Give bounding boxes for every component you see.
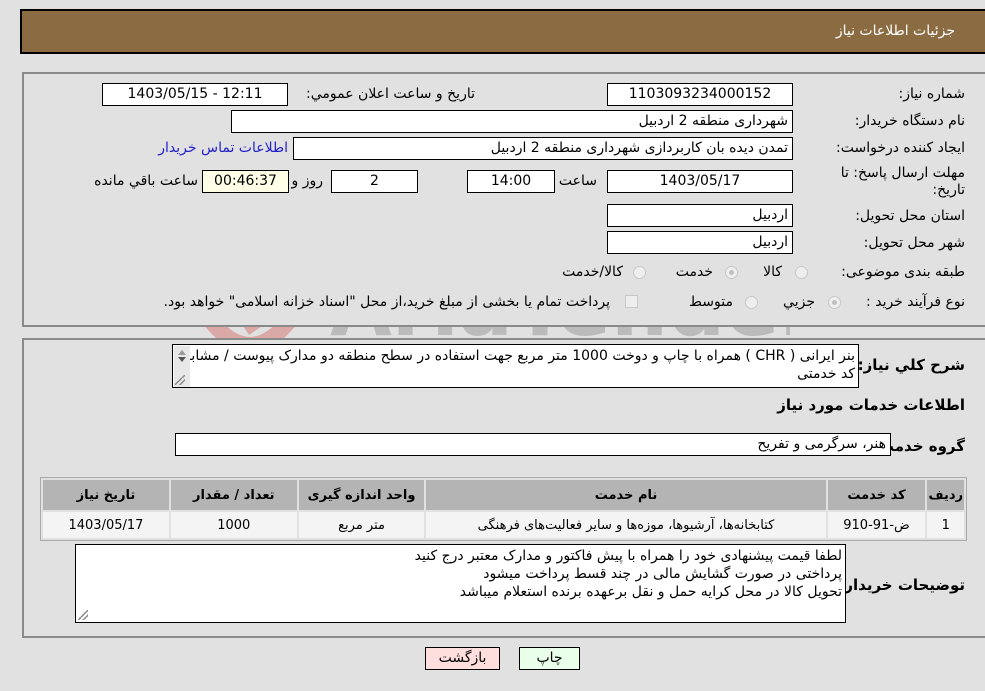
deadline-date-field: 1403/05/17 — [607, 170, 793, 193]
col-quantity: تعداد / مقدار — [170, 480, 297, 510]
col-need-date: تاریخ نیاز — [43, 480, 169, 510]
process-option-minor: جزيي — [783, 294, 815, 310]
scroll-down-icon[interactable] — [178, 357, 186, 362]
resize-grip-icon[interactable] — [175, 375, 185, 385]
buyer-org-label: نام دستگاه خریدار: — [854, 113, 965, 129]
category-radio-goods-service[interactable] — [633, 266, 646, 279]
days-remaining-field: 2 — [331, 170, 418, 193]
col-unit: واحد اندازه گیری — [298, 480, 425, 510]
category-option-service: خدمت — [675, 264, 713, 280]
table-header-row: ردیف کد خدمت نام خدمت واحد اندازه گیری ت… — [43, 480, 964, 510]
col-service-code: کد خدمت — [827, 480, 926, 510]
buyer-notes-textarea[interactable]: لطفا قیمت پیشنهادی خود را همراه با پیش ف… — [75, 544, 846, 623]
page-title: جزئیات اطلاعات نیاز — [835, 23, 955, 39]
cell-service-code: ض-91-910 — [827, 512, 926, 538]
category-radio-service[interactable] — [725, 266, 738, 279]
treasury-checkbox[interactable] — [625, 295, 638, 308]
cell-row-number: 1 — [927, 512, 964, 538]
category-option-goods-service: کالا/خدمت — [562, 264, 623, 280]
need-number-label: شماره نیاز: — [898, 86, 966, 102]
deadline-time-field: 14:00 — [467, 170, 555, 193]
description-text: بنر ایرانی ( CHR ) همراه با چاپ و دوخت 1… — [183, 348, 855, 382]
treasury-note: پرداخت تمام یا بخشی از مبلغ خرید،از محل … — [163, 294, 610, 310]
creator-field: تمدن دیده بان کاربردازی شهرداری منطقه 2 … — [293, 137, 793, 160]
buyer-org-field: شهرداری منطقه 2 اردبیل — [231, 110, 793, 133]
city-label: شهر محل تحویل: — [863, 235, 965, 251]
process-radio-minor[interactable] — [828, 296, 841, 309]
announce-date-field: 1403/05/15 - 12:11 — [102, 83, 288, 106]
announce-date-label: تاریخ و ساعت اعلان عمومي: — [306, 86, 475, 102]
days-label: روز و — [291, 173, 324, 189]
remaining-time-label: ساعت باقي مانده — [94, 173, 198, 189]
process-type-label: نوع فرآیند خرید : — [866, 294, 965, 310]
description-label: شرح کلي نیاز: — [857, 356, 965, 374]
print-button[interactable]: چاپ — [519, 647, 580, 670]
table-row: 1 ض-91-910 کتابخانه‌ها، آرشیوها، موزه‌ها… — [43, 512, 964, 538]
page-header: جزئیات اطلاعات نیاز — [20, 9, 985, 54]
process-radio-medium[interactable] — [745, 296, 758, 309]
buyer-note-line: لطفا قیمت پیشنهادی خود را همراه با پیش ف… — [414, 548, 842, 564]
service-group-field: هنر، سرگرمی و تفریح — [175, 433, 891, 456]
category-option-goods: کالا — [763, 264, 782, 280]
category-radio-goods[interactable] — [795, 266, 808, 279]
need-number-field: 1103093234000152 — [607, 83, 793, 106]
cell-service-name: کتابخانه‌ها، آرشیوها، موزه‌ها و سایر فعا… — [426, 512, 826, 538]
city-field: اردبیل — [607, 231, 793, 254]
buyer-contact-link[interactable]: اطلاعات تماس خریدار — [158, 140, 288, 156]
deadline-time-label: ساعت — [558, 173, 597, 189]
description-textarea[interactable]: بنر ایرانی ( CHR ) همراه با چاپ و دوخت 1… — [172, 344, 859, 388]
cell-unit: متر مربع — [298, 512, 425, 538]
remaining-time-field: 00:46:37 — [202, 170, 289, 193]
cell-quantity: 1000 — [170, 512, 297, 538]
scroll-up-icon[interactable] — [178, 350, 186, 355]
creator-label: ایجاد کننده درخواست: — [836, 140, 965, 156]
services-heading: اطلاعات خدمات مورد نیاز — [777, 396, 965, 414]
col-row-number: ردیف — [927, 480, 964, 510]
province-field: اردبیل — [607, 204, 793, 227]
services-table: ردیف کد خدمت نام خدمت واحد اندازه گیری ت… — [40, 477, 967, 541]
province-label: استان محل تحویل: — [855, 208, 965, 224]
process-option-medium: متوسط — [689, 294, 733, 310]
category-label: طبقه بندی موضوعی: — [841, 264, 965, 280]
buyer-note-line: پرداختی در صورت گشایش مالی در چند قسط پر… — [483, 566, 842, 582]
deadline-label-2: تاریخ: — [932, 182, 965, 198]
buyer-note-line: تحویل کالا در محل کرایه حمل و نقل برعهده… — [459, 584, 842, 600]
back-button[interactable]: بازگشت — [425, 647, 500, 670]
deadline-label: مهلت ارسال پاسخ: تا — [840, 165, 965, 181]
buyer-notes-label: توضیحات خریدار: — [838, 576, 965, 594]
col-service-name: نام خدمت — [426, 480, 826, 510]
resize-grip-icon[interactable] — [78, 610, 88, 620]
cell-need-date: 1403/05/17 — [43, 512, 169, 538]
bottom-divider — [22, 636, 985, 638]
